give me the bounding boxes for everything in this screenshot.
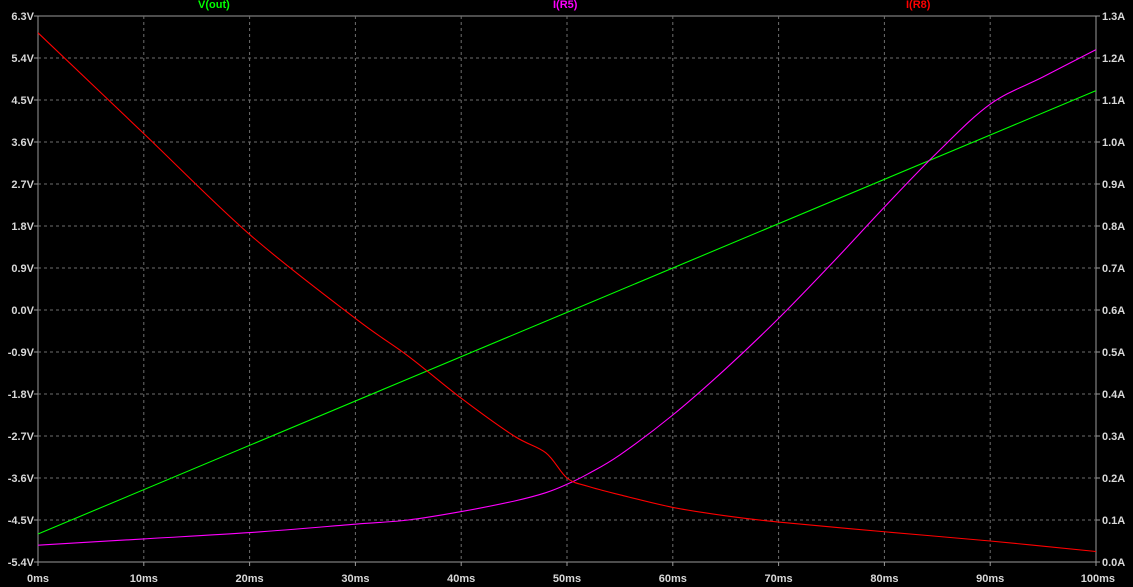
x-tick-label: 100ms <box>1081 573 1115 585</box>
left-tick-label: 0.9V <box>11 263 34 275</box>
x-tick-label: 0ms <box>27 573 49 585</box>
x-tick-label: 90ms <box>976 573 1004 585</box>
x-tick-label: 60ms <box>659 573 687 585</box>
right-tick-label: 0.8A <box>1102 221 1125 233</box>
left-tick-label: 2.7V <box>11 179 34 191</box>
legend-ir5: I(R5) <box>553 0 578 11</box>
right-tick-label: 0.7A <box>1102 263 1125 275</box>
right-tick-label: 0.4A <box>1102 389 1125 401</box>
left-tick-label: 6.3V <box>11 11 34 23</box>
left-tick-label: 4.5V <box>11 95 34 107</box>
right-tick-label: 0.9A <box>1102 179 1125 191</box>
x-tick-label: 70ms <box>765 573 793 585</box>
left-tick-label: 0.0V <box>11 305 34 317</box>
x-tick-label: 10ms <box>130 573 158 585</box>
left-tick-label: -5.4V <box>8 557 35 569</box>
right-tick-label: 0.3A <box>1102 431 1125 443</box>
right-tick-label: 1.0A <box>1102 137 1125 149</box>
right-axis-ticks: 1.3A 1.2A 1.1A 1.0A 0.9A 0.8A 0.7A 0.6A 0.5A 0.4A… <box>1096 11 1125 569</box>
waveform-plot: 0ms 10ms 20ms 30ms 40ms 50ms 60ms 70ms 80ms 90ms 1… <box>8 11 1126 585</box>
right-tick-label: 1.3A <box>1102 11 1125 23</box>
left-tick-label: 1.8V <box>11 221 34 233</box>
right-tick-label: 0.6A <box>1102 305 1125 317</box>
x-axis-ticks: 0ms 10ms 20ms 30ms 40ms 50ms 60ms 70ms 80ms 90ms 1… <box>27 562 1115 585</box>
left-tick-label: -2.7V <box>8 431 35 443</box>
left-axis-ticks: 6.3V 5.4V 4.5V 3.6V 2.7V 1.8V 0.9V 0.0V -0.9V -1.… <box>8 11 38 569</box>
left-tick-label: -4.5V <box>8 515 35 527</box>
left-tick-label: -1.8V <box>8 389 35 401</box>
left-tick-label: 3.6V <box>11 137 34 149</box>
left-tick-label: -0.9V <box>8 347 35 359</box>
x-tick-label: 50ms <box>553 573 581 585</box>
x-tick-label: 20ms <box>236 573 264 585</box>
right-tick-label: 0.0A <box>1102 557 1125 569</box>
x-tick-label: 30ms <box>341 573 369 585</box>
right-tick-label: 0.5A <box>1102 347 1125 359</box>
legend-ir8: I(R8) <box>906 0 931 11</box>
right-tick-label: 1.2A <box>1102 53 1125 65</box>
left-tick-label: -3.6V <box>8 473 35 485</box>
x-tick-label: 40ms <box>447 573 475 585</box>
right-tick-label: 1.1A <box>1102 95 1125 107</box>
right-tick-label: 0.1A <box>1102 515 1125 527</box>
x-tick-label: 80ms <box>870 573 898 585</box>
legend-vout: V(out) <box>198 0 230 11</box>
right-tick-label: 0.2A <box>1102 473 1125 485</box>
left-tick-label: 5.4V <box>11 53 34 65</box>
